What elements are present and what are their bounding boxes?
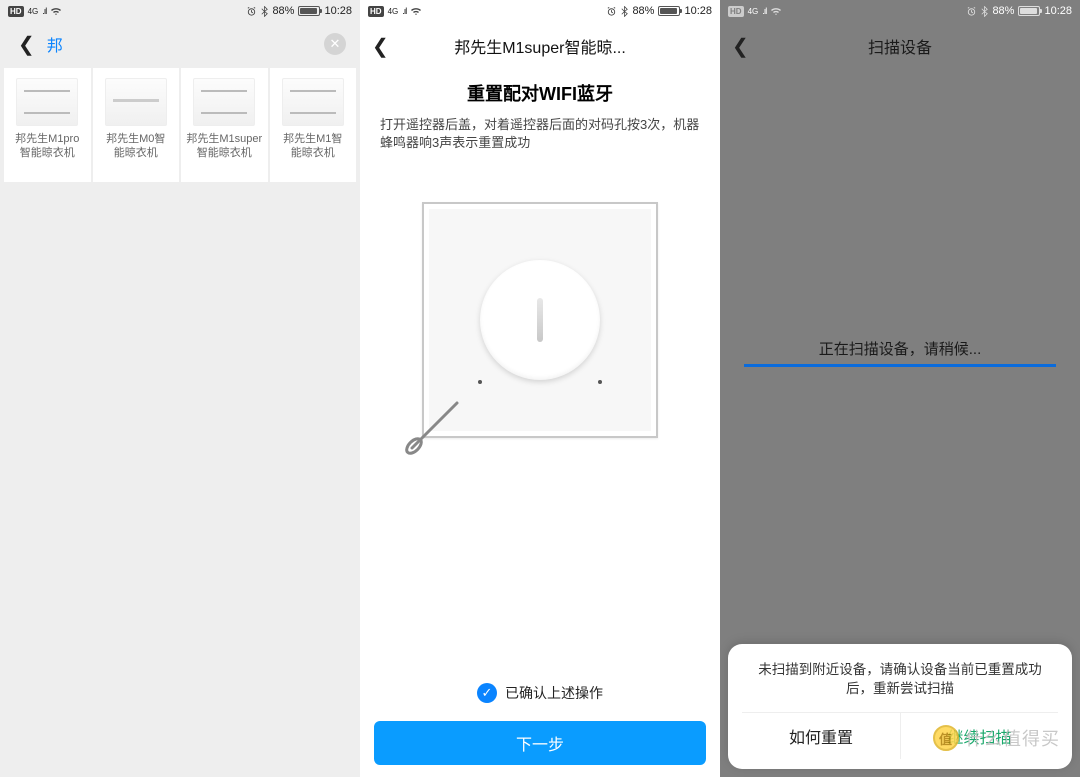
hd-icon: HD <box>368 6 384 17</box>
clock: 10:28 <box>684 5 712 17</box>
product-label: 邦先生M1super 智能晾衣机 <box>186 132 262 160</box>
product-card[interactable]: 邦先生M0智 能晾衣机 <box>93 68 180 182</box>
hd-icon: HD <box>728 6 744 17</box>
battery-pct: 88% <box>632 5 654 17</box>
status-bar: HD 4G .ıl 88% 10:28 <box>0 0 360 22</box>
bluetooth-icon <box>261 6 268 17</box>
search-bar: ❮ ✕ <box>6 26 354 62</box>
back-button[interactable]: ❮ <box>14 32 39 57</box>
button-label: 继续扫描 <box>947 724 1011 748</box>
product-thumb-icon <box>16 78 78 126</box>
panel-reset-pairing: HD 4G .ıl 88% 10:28 ❮ 邦先生M1super智能晾... 重… <box>360 0 720 777</box>
section-heading: 重置配对WIFI蓝牙 <box>380 80 700 106</box>
wifi-icon <box>50 6 62 16</box>
page-header: ❮ 扫描设备 <box>720 26 1080 66</box>
product-card[interactable]: 邦先生M1智 能晾衣机 <box>270 68 357 182</box>
page-title: 邦先生M1super智能晾... <box>454 34 626 58</box>
battery-pct: 88% <box>272 5 294 17</box>
battery-pct: 88% <box>992 5 1014 17</box>
bottom-sheet: 未扫描到附近设备，请确认设备当前已重置成功后，重新尝试扫描 如何重置 继续扫描 <box>728 644 1072 769</box>
page-title: 扫描设备 <box>868 34 932 58</box>
confirm-label: 已确认上述操作 <box>505 683 603 703</box>
hole-dot-icon <box>478 380 482 384</box>
product-grid: 邦先生M1pro 智能晾衣机 邦先生M0智 能晾衣机 邦先生M1super 智能… <box>0 68 360 182</box>
alarm-icon <box>606 6 617 17</box>
continue-scan-button[interactable]: 继续扫描 <box>900 713 1058 759</box>
panel-scanning: HD 4G .ıl 88% 10:28 ❮ 扫描设备 正在扫描设备，请稍候...… <box>720 0 1080 777</box>
product-card[interactable]: 邦先生M1super 智能晾衣机 <box>181 68 268 182</box>
product-label: 邦先生M1pro 智能晾衣机 <box>15 132 79 160</box>
signal-icon: .ıl <box>762 6 766 16</box>
progress-bar <box>744 364 1056 367</box>
back-button[interactable]: ❮ <box>732 34 749 59</box>
product-thumb-icon <box>193 78 255 126</box>
product-thumb-icon <box>282 78 344 126</box>
alarm-icon <box>966 6 977 17</box>
how-to-reset-button[interactable]: 如何重置 <box>742 713 900 759</box>
wifi-icon <box>770 6 782 16</box>
alarm-icon <box>246 6 257 17</box>
device-illustration <box>422 202 658 438</box>
confirm-checkbox[interactable]: ✓ 已确认上述操作 <box>360 683 720 703</box>
bluetooth-icon <box>621 6 628 17</box>
battery-icon <box>658 6 680 16</box>
network-label: 4G <box>28 7 39 16</box>
page-header: ❮ 邦先生M1super智能晾... <box>360 26 720 66</box>
clock: 10:28 <box>324 5 352 17</box>
search-input[interactable] <box>47 35 316 53</box>
next-button-label: 下一步 <box>516 731 564 755</box>
knob-icon <box>480 260 600 380</box>
network-label: 4G <box>388 7 399 16</box>
status-bar: HD 4G .ıl 88% 10:28 <box>360 0 720 22</box>
hole-dot-icon <box>598 380 602 384</box>
panel-search: HD 4G .ıl 88% 10:28 ❮ ✕ 邦先生M1pro 智能晾衣机 邦… <box>0 0 360 777</box>
signal-icon: .ıl <box>402 6 406 16</box>
next-button[interactable]: 下一步 <box>374 721 706 765</box>
button-label: 如何重置 <box>789 724 853 748</box>
hd-icon: HD <box>8 6 24 17</box>
instruction-text: 打开遥控器后盖，对着遥控器后面的对码孔按3次，机器蜂鸣器响3声表示重置成功 <box>380 116 700 152</box>
battery-icon <box>1018 6 1040 16</box>
sheet-message: 未扫描到附近设备，请确认设备当前已重置成功后，重新尝试扫描 <box>742 660 1058 712</box>
scanning-status: 正在扫描设备，请稍候... <box>720 338 1080 359</box>
battery-icon <box>298 6 320 16</box>
check-icon: ✓ <box>477 683 497 703</box>
wifi-icon <box>410 6 422 16</box>
product-thumb-icon <box>105 78 167 126</box>
network-label: 4G <box>748 7 759 16</box>
bluetooth-icon <box>981 6 988 17</box>
product-card[interactable]: 邦先生M1pro 智能晾衣机 <box>4 68 91 182</box>
product-label: 邦先生M1智 能晾衣机 <box>283 132 342 160</box>
product-label: 邦先生M0智 能晾衣机 <box>106 132 165 160</box>
clock: 10:28 <box>1044 5 1072 17</box>
sim-pin-icon <box>402 388 472 458</box>
back-button[interactable]: ❮ <box>372 34 389 59</box>
clear-search-button[interactable]: ✕ <box>324 33 346 55</box>
signal-icon: .ıl <box>42 6 46 16</box>
status-bar: HD 4G .ıl 88% 10:28 <box>720 0 1080 22</box>
